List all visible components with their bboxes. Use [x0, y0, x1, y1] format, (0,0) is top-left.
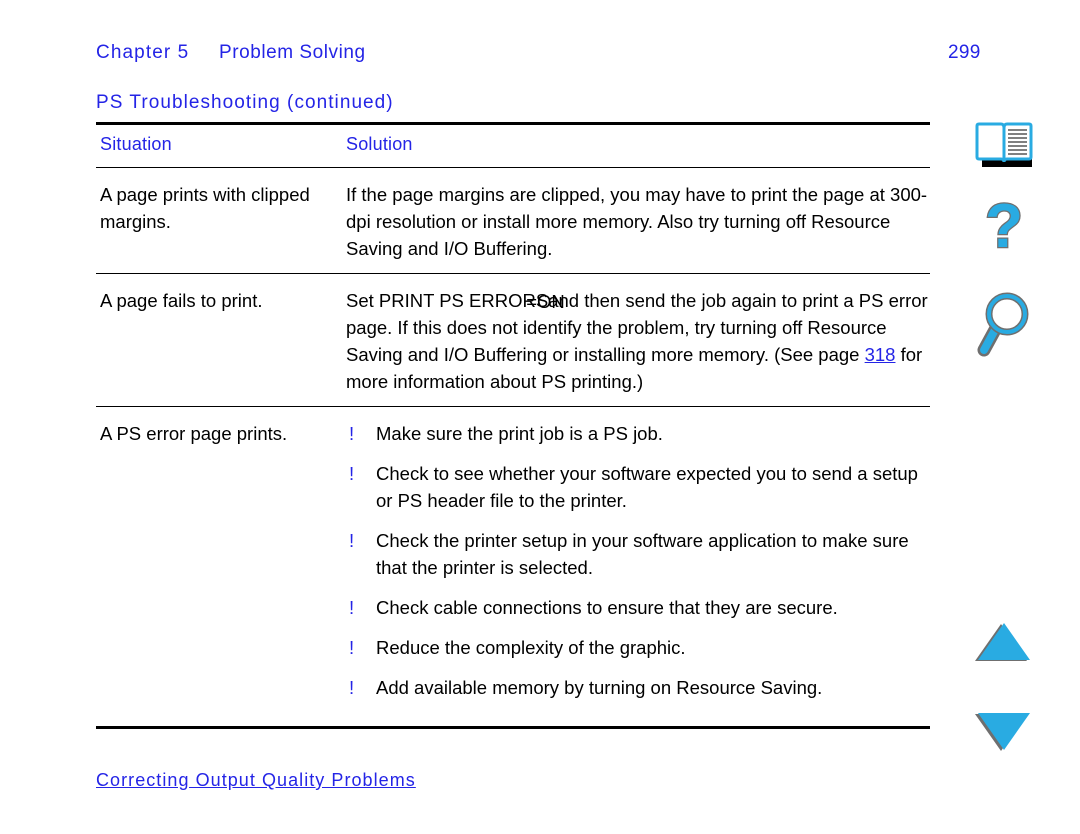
running-header: Chapter 5 Problem Solving 299 [96, 42, 996, 70]
list-item: ! Check the printer setup in your softwa… [346, 527, 930, 581]
column-header-situation: Situation [100, 134, 172, 154]
list-item: ! Check to see whether your software exp… [346, 460, 930, 514]
table-header-cell-situation: Situation [96, 134, 342, 155]
table-cell-solution: Set PRINT PS ERRORS =ON and then send the … [342, 287, 930, 395]
situation-text: A page prints with clipped margins. [100, 184, 310, 232]
bullet-icon: ! [349, 463, 355, 484]
chapter-label: Chapter 5 [96, 42, 190, 63]
table-row: A page fails to print. Set PRINT PS ERRO… [96, 274, 930, 406]
list-item-label: Check to see whether your software expec… [376, 463, 918, 511]
navigation-rail: ? [960, 110, 1056, 770]
document-page: Chapter 5 Problem Solving 299 PS Trouble… [0, 0, 1080, 834]
list-item: ! Add available memory by turning on Res… [346, 674, 930, 701]
situation-text: A PS error page prints. [100, 423, 288, 444]
list-item-label: Check the printer setup in your software… [376, 530, 909, 578]
table-cell-solution: ! Make sure the print job is a PS job. !… [342, 420, 930, 701]
table-cell-situation: A PS error page prints. [96, 420, 342, 447]
table-row: A page prints with clipped margins. If t… [96, 168, 930, 273]
solution-bullet-list: ! Make sure the print job is a PS job. !… [346, 420, 930, 701]
bullet-icon: ! [349, 423, 355, 444]
table-bottom-border [96, 726, 930, 729]
svg-text:?: ? [985, 198, 1023, 261]
triangle-up-icon[interactable] [960, 618, 1048, 670]
book-icon[interactable] [960, 120, 1048, 176]
table-cell-situation: A page fails to print. [96, 287, 342, 314]
question-mark-icon[interactable]: ? [960, 198, 1048, 268]
list-item-label: Add available memory by turning on Resou… [376, 677, 823, 698]
solution-text: Set PRINT PS ERRORS =ON and then send the … [346, 287, 930, 395]
list-item-label: Reduce the complexity of the graphic. [376, 637, 686, 658]
page-reference-link[interactable]: 318 [865, 344, 896, 365]
solution-setting-prefix: Set PRINT PS ERRORS [346, 290, 549, 311]
table-caption: PS Troubleshooting (continued) [96, 92, 394, 113]
solution-text: If the page margins are clipped, you may… [346, 184, 928, 259]
list-item-label: Make sure the print job is a PS job. [376, 423, 663, 444]
bullet-icon: ! [349, 637, 355, 658]
column-header-solution: Solution [346, 134, 413, 154]
ps-troubleshooting-table: Situation Solution A page prints with cl… [96, 122, 930, 729]
list-item: ! Check cable connections to ensure that… [346, 594, 930, 621]
table-header-row: Situation Solution [96, 125, 930, 167]
table-row: A PS error page prints. ! Make sure the … [96, 407, 930, 712]
footer-section-link[interactable]: Correcting Output Quality Problems [96, 770, 416, 791]
triangle-down-icon[interactable] [960, 708, 1048, 760]
chapter-title: Problem Solving [219, 42, 366, 63]
bullet-icon: ! [349, 677, 355, 698]
setting-value-on: =ON [526, 291, 565, 312]
table-cell-situation: A page prints with clipped margins. [96, 181, 342, 235]
situation-text: A page fails to print. [100, 290, 263, 311]
bullet-icon: ! [349, 597, 355, 618]
table-header-cell-solution: Solution [342, 134, 930, 155]
list-item: ! Reduce the complexity of the graphic. [346, 634, 930, 661]
magnifying-glass-icon[interactable] [960, 290, 1048, 366]
bullet-icon: ! [349, 530, 355, 551]
table-cell-solution: If the page margins are clipped, you may… [342, 181, 930, 262]
list-item: ! Make sure the print job is a PS job. [346, 420, 930, 447]
page-number: 299 [948, 42, 981, 63]
list-item-label: Check cable connections to ensure that t… [376, 597, 838, 618]
